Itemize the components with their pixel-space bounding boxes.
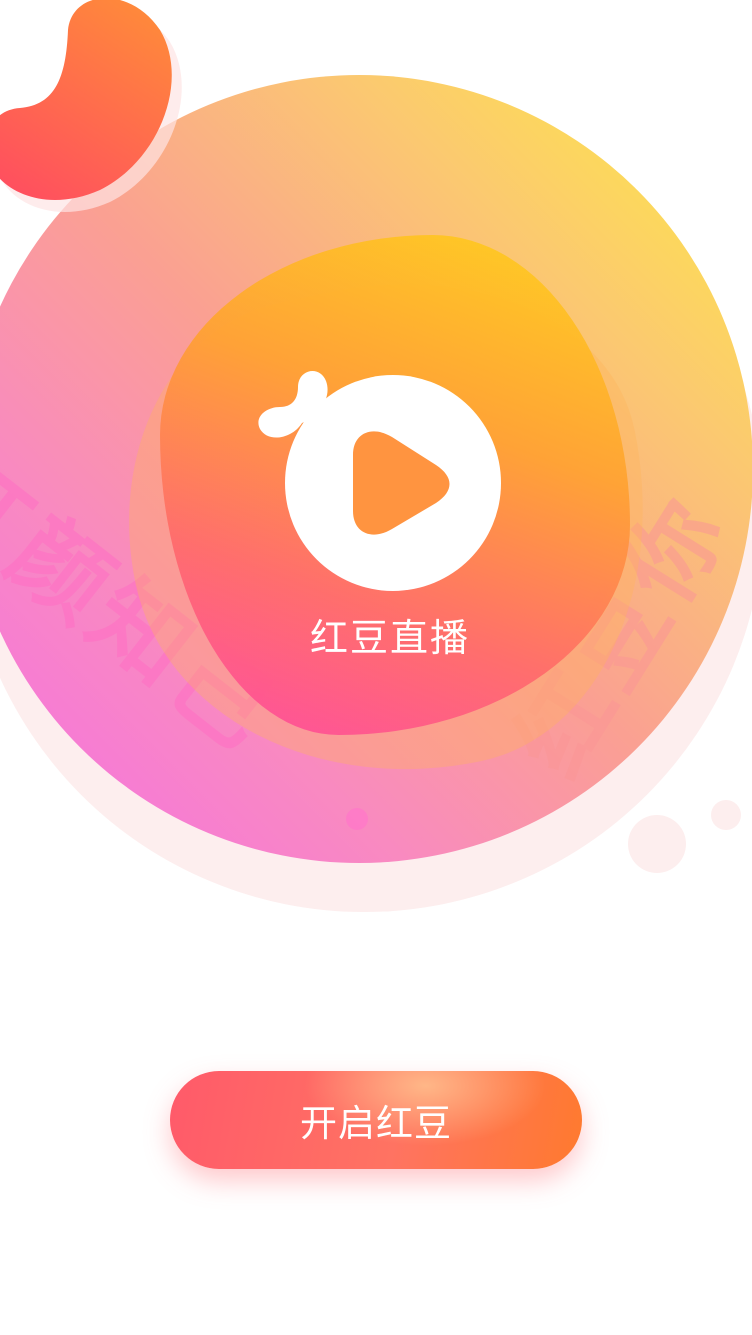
red-bean-icon	[0, 0, 182, 212]
decor-dot-large	[628, 815, 686, 873]
start-button-label: 开启红豆	[300, 1102, 452, 1145]
start-button[interactable]: 开启红豆	[170, 1071, 582, 1169]
splash-screen: 红颜知己 红豆你 红豆直播 开启红豆	[0, 0, 752, 1335]
app-name-title: 红豆直播	[309, 616, 470, 660]
slogan-separator-dot	[346, 808, 368, 830]
decor-dot-small	[711, 800, 741, 830]
play-bean-logo-icon	[258, 370, 501, 591]
